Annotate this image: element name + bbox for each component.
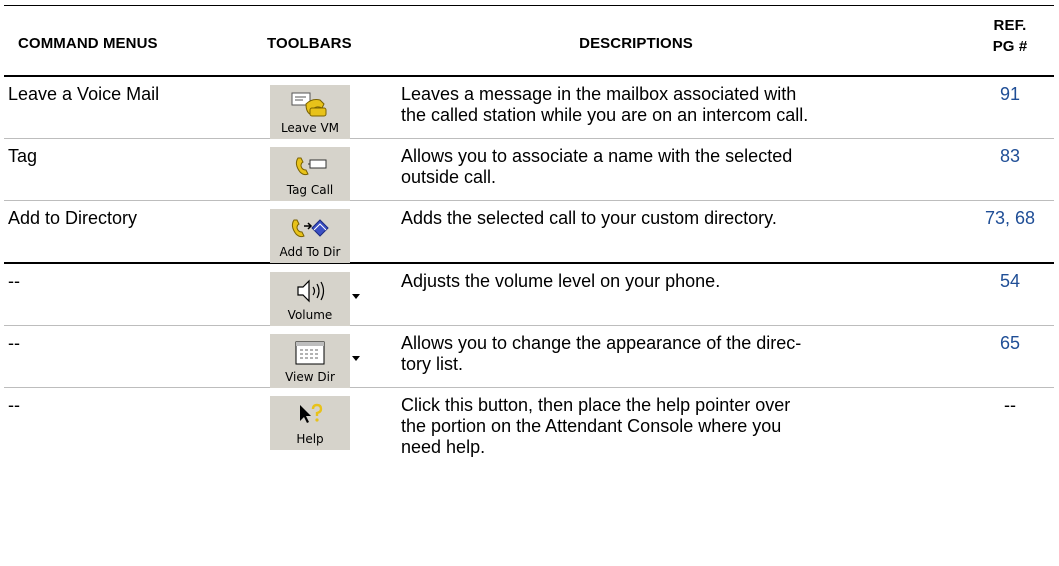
- volume-label: Volume: [287, 308, 333, 322]
- description-line: Allows you to change the appearance of t…: [401, 333, 802, 353]
- page-reference-link[interactable]: 65: [970, 333, 1050, 354]
- tag-call-icon: [270, 151, 350, 181]
- description-text: Allows you to change the appearance of t…: [401, 333, 961, 375]
- table-row: Tag Tag Call Allows you to associate a n…: [4, 139, 1054, 201]
- description-line: Allows you to associate a name with the …: [401, 146, 793, 166]
- table-header: COMMAND MENUS TOOLBARS DESCRIPTIONS REF.…: [4, 5, 1054, 77]
- tag-call-label: Tag Call: [286, 183, 334, 197]
- leave-vm-button[interactable]: Leave VM: [270, 85, 350, 139]
- view-directory-icon: [270, 338, 350, 368]
- description-text: Allows you to associate a name with the …: [401, 146, 961, 188]
- description-line: the portion on the Attendant Console whe…: [401, 416, 782, 436]
- page-reference-link[interactable]: 73, 68: [970, 208, 1050, 229]
- header-ref-line1: REF.: [993, 17, 1027, 34]
- command-menu-item: --: [8, 333, 20, 353]
- table-row: -- Volume Adjusts the volume level on yo…: [4, 264, 1054, 326]
- header-ref-line2: PG #: [992, 38, 1028, 55]
- volume-button[interactable]: Volume: [270, 272, 350, 326]
- command-menu-item: Leave a Voice Mail: [8, 84, 160, 104]
- table-row: -- View Dir Allows you to change the app…: [4, 326, 1054, 388]
- header-command-menus: COMMAND MENUS: [18, 35, 158, 52]
- leave-voicemail-icon: [270, 89, 350, 119]
- description-line: outside call.: [401, 167, 497, 187]
- description-text: Leaves a message in the mailbox associat…: [401, 84, 961, 126]
- table-row: Leave a Voice Mail Leave VM Leaves a mes…: [4, 77, 1054, 139]
- description-line: Click this button, then place the help p…: [401, 395, 791, 415]
- tag-call-button[interactable]: Tag Call: [270, 147, 350, 201]
- add-to-directory-icon: [270, 213, 350, 243]
- view-dir-button[interactable]: View Dir: [270, 334, 350, 388]
- volume-dropdown-icon[interactable]: [352, 294, 360, 299]
- add-to-dir-label: Add To Dir: [279, 245, 341, 259]
- description-text: Adds the selected call to your custom di…: [401, 208, 961, 229]
- header-ref-page: REF. PG #: [970, 15, 1050, 57]
- page-reference-link[interactable]: 91: [970, 84, 1050, 105]
- table-row: Add to Directory Add To Dir Adds the sel…: [4, 201, 1054, 264]
- description-text: Click this button, then place the help p…: [401, 395, 961, 458]
- command-menu-item: --: [8, 271, 20, 291]
- page-reference-link[interactable]: 54: [970, 271, 1050, 292]
- table-row: -- Help Click this button, then place th…: [4, 388, 1054, 459]
- page-reference: --: [1004, 395, 1016, 415]
- speaker-volume-icon: [270, 276, 350, 306]
- view-dir-label: View Dir: [285, 370, 335, 384]
- command-menu-item: --: [8, 395, 20, 415]
- leave-vm-label: Leave VM: [280, 121, 340, 135]
- header-toolbars: TOOLBARS: [267, 35, 352, 52]
- add-to-dir-button[interactable]: Add To Dir: [270, 209, 350, 263]
- command-menu-item: Tag: [8, 146, 38, 166]
- description-line: the called station while you are on an i…: [401, 105, 809, 125]
- command-menu-item: Add to Directory: [8, 208, 138, 228]
- view-dir-dropdown-icon[interactable]: [352, 356, 360, 361]
- description-line: Leaves a message in the mailbox associat…: [401, 84, 797, 104]
- help-button[interactable]: Help: [270, 396, 350, 450]
- description-line: Adjusts the volume level on your phone.: [401, 271, 721, 291]
- help-label: Help: [296, 432, 324, 446]
- header-descriptions: DESCRIPTIONS: [579, 35, 693, 52]
- toolbar-reference-table: COMMAND MENUS TOOLBARS DESCRIPTIONS REF.…: [4, 5, 1054, 459]
- description-line: tory list.: [401, 354, 464, 374]
- description-line: need help.: [401, 437, 486, 457]
- help-pointer-icon: [270, 400, 350, 430]
- description-text: Adjusts the volume level on your phone.: [401, 271, 961, 292]
- description-line: Adds the selected call to your custom di…: [401, 208, 777, 228]
- page-reference-link[interactable]: 83: [970, 146, 1050, 167]
